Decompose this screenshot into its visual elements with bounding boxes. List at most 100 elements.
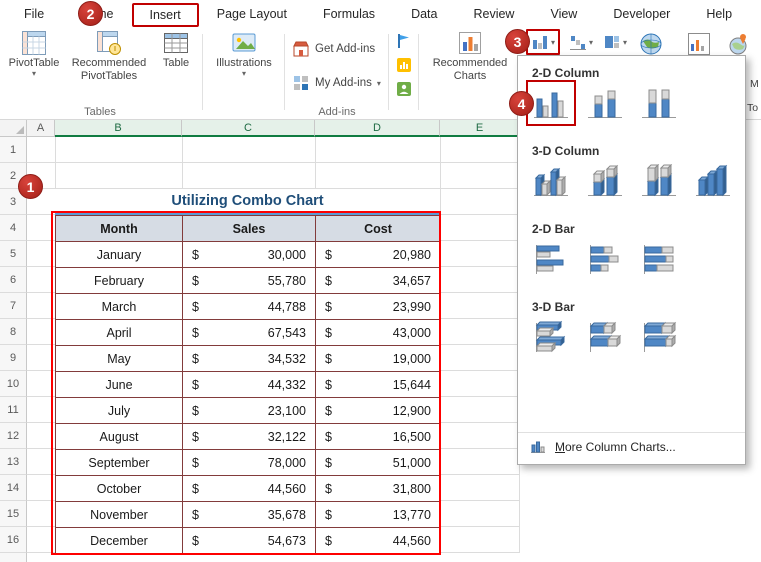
chart-type-stacked-column-icon[interactable] xyxy=(584,84,626,122)
recommended-charts-button[interactable]: Recommended Charts xyxy=(424,30,516,82)
row-header-6[interactable]: 6 xyxy=(0,267,27,293)
cell-cost[interactable]: $19,000 xyxy=(316,346,441,372)
row-header-5[interactable]: 5 xyxy=(0,241,27,267)
cell-month[interactable]: July xyxy=(56,398,183,424)
cell-sales[interactable]: $55,780 xyxy=(183,268,316,294)
cell-cost[interactable]: $44,560 xyxy=(316,528,441,554)
column-header-C[interactable]: C xyxy=(182,120,315,137)
chart-type-stacked-bar-100-icon[interactable] xyxy=(638,240,680,278)
chart-type-column-3d-icon[interactable] xyxy=(692,162,734,200)
cell-month[interactable]: November xyxy=(56,502,183,528)
cell-month[interactable]: December xyxy=(56,528,183,554)
chart-type-clustered-column-icon[interactable] xyxy=(526,80,576,126)
insert-column-chart-button[interactable]: ▾ xyxy=(526,29,561,55)
row-header-1[interactable]: 1 xyxy=(0,137,27,163)
addin-yellow-icon[interactable] xyxy=(395,56,412,73)
cell-month[interactable]: June xyxy=(56,372,183,398)
chart-type-clustered-bar-3d-icon[interactable] xyxy=(530,318,572,356)
illustrations-button[interactable]: Illustrations ▾ xyxy=(206,30,282,78)
cell-cost[interactable]: $23,990 xyxy=(316,294,441,320)
chart-type-stacked-column-100-icon[interactable] xyxy=(638,84,680,122)
chart-type-stacked-bar-icon[interactable] xyxy=(584,240,626,278)
cell-sales[interactable]: $78,000 xyxy=(183,450,316,476)
column-header-B[interactable]: B xyxy=(55,120,182,137)
cell-cost[interactable]: $13,770 xyxy=(316,502,441,528)
addin-green-icon[interactable] xyxy=(395,80,412,97)
row-header-9[interactable]: 9 xyxy=(0,345,27,371)
3d-map-button[interactable] xyxy=(724,30,754,58)
chart-type-stacked-column-100-3d-icon[interactable] xyxy=(638,162,680,200)
row-header-8[interactable]: 8 xyxy=(0,319,27,345)
cell-month[interactable]: January xyxy=(56,242,183,268)
tab-help[interactable]: Help xyxy=(688,0,750,28)
chart-type-clustered-column-3d-icon[interactable] xyxy=(530,162,572,200)
table-button[interactable]: Table xyxy=(154,30,198,69)
cell-month[interactable]: September xyxy=(56,450,183,476)
table-header-cost[interactable]: Cost xyxy=(316,216,441,242)
chart-type-stacked-bar-100-3d-icon[interactable] xyxy=(638,318,680,356)
tab-formulas[interactable]: Formulas xyxy=(305,0,393,28)
sheet-title-cell[interactable]: Utilizing Combo Chart xyxy=(55,189,440,215)
column-header-A[interactable]: A xyxy=(27,120,55,137)
row-header-7[interactable]: 7 xyxy=(0,293,27,319)
row-header-10[interactable]: 10 xyxy=(0,371,27,397)
table-header-month[interactable]: Month xyxy=(56,216,183,242)
cell-sales[interactable]: $44,788 xyxy=(183,294,316,320)
tab-review[interactable]: Review xyxy=(455,0,532,28)
addin-flag-icon[interactable] xyxy=(395,32,412,49)
cell-cost[interactable]: $51,000 xyxy=(316,450,441,476)
cell-sales[interactable]: $30,000 xyxy=(183,242,316,268)
row-header-15[interactable]: 15 xyxy=(0,501,27,527)
cell-sales[interactable]: $54,673 xyxy=(183,528,316,554)
row-header-16[interactable]: 16 xyxy=(0,527,27,553)
tab-page-layout[interactable]: Page Layout xyxy=(199,0,305,28)
chart-type-clustered-bar-icon[interactable] xyxy=(530,240,572,278)
cell-cost[interactable]: $20,980 xyxy=(316,242,441,268)
row-header-11[interactable]: 11 xyxy=(0,397,27,423)
tab-insert[interactable]: Insert xyxy=(131,2,199,27)
cell-cost[interactable]: $12,900 xyxy=(316,398,441,424)
table-header-sales[interactable]: Sales xyxy=(183,216,316,242)
tab-developer[interactable]: Developer xyxy=(595,0,688,28)
cell-sales[interactable]: $44,332 xyxy=(183,372,316,398)
cell-month[interactable]: October xyxy=(56,476,183,502)
row-header-12[interactable]: 12 xyxy=(0,423,27,449)
chart-type-stacked-bar-3d-icon[interactable] xyxy=(584,318,626,356)
tab-view[interactable]: View xyxy=(532,0,595,28)
cell-sales[interactable]: $23,100 xyxy=(183,398,316,424)
cell-month[interactable]: February xyxy=(56,268,183,294)
column-header-D[interactable]: D xyxy=(315,120,440,137)
insert-hierarchy-chart-button[interactable]: ▾ xyxy=(600,31,630,53)
cell-month[interactable]: April xyxy=(56,320,183,346)
cell-sales[interactable]: $67,543 xyxy=(183,320,316,346)
cell-cost[interactable]: $16,500 xyxy=(316,424,441,450)
maps-button[interactable] xyxy=(636,30,666,58)
more-column-charts[interactable]: More Column Charts... xyxy=(518,432,745,460)
select-all-corner[interactable] xyxy=(0,120,27,137)
get-addins-button[interactable]: Get Add-ins xyxy=(292,40,375,58)
cell-cost[interactable]: $31,800 xyxy=(316,476,441,502)
row-header-4[interactable]: 4 xyxy=(0,215,27,241)
cell-cost[interactable]: $34,657 xyxy=(316,268,441,294)
ribbon-tabs: FileHomeInsertPage LayoutFormulasDataRev… xyxy=(0,0,761,28)
recommended-pivottables-button[interactable]: Recommended PivotTables xyxy=(66,30,152,82)
insert-waterfall-chart-button[interactable]: ▾ xyxy=(566,31,596,53)
row-header-14[interactable]: 14 xyxy=(0,475,27,501)
cell-cost[interactable]: $15,644 xyxy=(316,372,441,398)
chart-type-stacked-column-3d-icon[interactable] xyxy=(584,162,626,200)
cell-month[interactable]: May xyxy=(56,346,183,372)
row-header-13[interactable]: 13 xyxy=(0,449,27,475)
tab-data[interactable]: Data xyxy=(393,0,455,28)
column-header-E[interactable]: E xyxy=(440,120,520,137)
cell-month[interactable]: August xyxy=(56,424,183,450)
cell-sales[interactable]: $44,560 xyxy=(183,476,316,502)
cell-sales[interactable]: $35,678 xyxy=(183,502,316,528)
my-addins-button[interactable]: My Add-ins ▾ xyxy=(292,74,381,92)
tab-file[interactable]: File xyxy=(6,0,62,28)
pivotchart-button[interactable] xyxy=(684,30,714,58)
cell-sales[interactable]: $32,122 xyxy=(183,424,316,450)
pivottable-button[interactable]: PivotTable ▾ xyxy=(6,30,62,78)
cell-month[interactable]: March xyxy=(56,294,183,320)
cell-sales[interactable]: $34,532 xyxy=(183,346,316,372)
cell-cost[interactable]: $43,000 xyxy=(316,320,441,346)
